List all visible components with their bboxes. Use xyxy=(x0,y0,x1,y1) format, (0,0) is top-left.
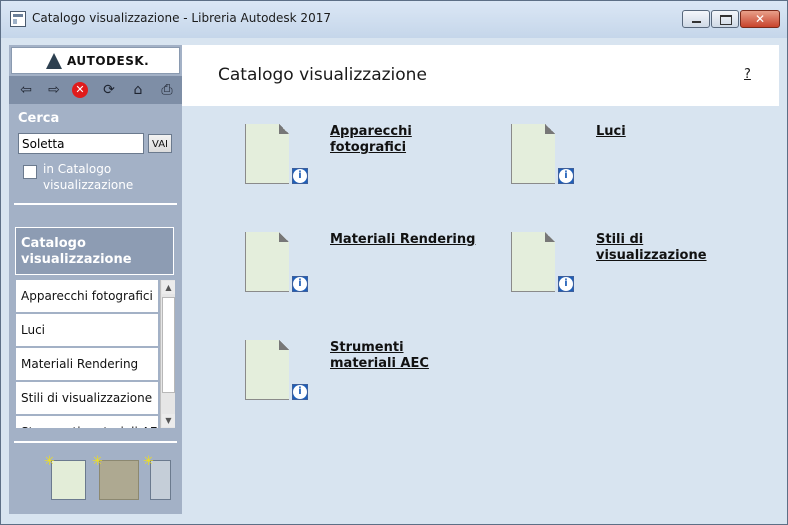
catalog-header[interactable]: Catalogo visualizzazione xyxy=(15,227,174,275)
catalog-tile-materiali-rendering: Materiali Rendering xyxy=(245,232,495,302)
category-item-strumenti-materiali-aec[interactable]: Strumenti materiali AEC xyxy=(16,416,159,428)
category-item-apparecchi-fotografici[interactable]: Apparecchi fotografici xyxy=(16,280,158,312)
new-palette-tool[interactable]: ✳ xyxy=(92,455,139,500)
home-icon[interactable]: ⌂ xyxy=(128,81,148,99)
close-button[interactable]: ✕ xyxy=(740,10,780,28)
new-package-tool[interactable]: ✳ xyxy=(143,455,171,500)
document-fold xyxy=(279,340,289,350)
search-input[interactable] xyxy=(18,133,144,154)
category-link-strumenti-materiali-aec[interactable]: Strumenti materiali AEC xyxy=(330,340,455,372)
search-label: Cerca xyxy=(18,111,60,126)
autodesk-logo-icon xyxy=(46,53,62,69)
category-item-luci[interactable]: Luci xyxy=(16,314,158,346)
scroll-up-icon[interactable]: ▲ xyxy=(162,281,175,294)
info-icon[interactable] xyxy=(558,168,574,184)
info-icon[interactable] xyxy=(292,276,308,292)
stop-icon[interactable]: ✕ xyxy=(72,82,88,98)
sidebar-divider xyxy=(14,203,177,205)
info-icon[interactable] xyxy=(292,384,308,400)
catalog-tile-luci: Luci xyxy=(511,124,761,194)
sidebar-divider xyxy=(14,441,177,443)
document-fold xyxy=(545,232,555,242)
category-item-materiali-rendering[interactable]: Materiali Rendering xyxy=(16,348,158,380)
autodesk-logo: AUTODESK. xyxy=(11,47,180,74)
category-link-stili-di-visualizzazione[interactable]: Stili di visualizzazione xyxy=(596,232,746,264)
search-scope-checkbox[interactable] xyxy=(23,165,37,179)
main-header: Catalogo visualizzazione ? xyxy=(182,45,779,106)
sidebar: AUTODESK. ⇦ ⇨ ✕ ⟳ ⌂ ⎙ Cerca VAI in Catal… xyxy=(9,45,182,514)
category-scrollbar[interactable]: ▲ ▼ xyxy=(160,280,175,428)
catalog-tile-apparecchi-fotografici: Apparecchi fotografici xyxy=(245,124,495,194)
document-fold xyxy=(545,124,555,134)
minimize-button[interactable] xyxy=(682,10,710,28)
logo-text: AUTODESK. xyxy=(67,54,150,68)
forward-arrow-icon[interactable]: ⇨ xyxy=(44,81,64,99)
title-bar: Catalogo visualizzazione - Libreria Auto… xyxy=(1,1,787,38)
new-catalog-tool[interactable]: ✳ xyxy=(44,455,86,500)
category-link-luci[interactable]: Luci xyxy=(596,124,746,140)
catalog-tile-stili-di-visualizzazione: Stili di visualizzazione xyxy=(511,232,761,302)
new-spark-icon: ✳ xyxy=(143,454,154,469)
page-title: Catalogo visualizzazione xyxy=(218,65,427,85)
category-link-apparecchi-fotografici[interactable]: Apparecchi fotografici xyxy=(330,124,480,156)
search-go-button[interactable]: VAI xyxy=(148,134,172,153)
catalog-tile-strumenti-materiali-aec: Strumenti materiali AEC xyxy=(245,340,495,410)
navigation-toolbar: ⇦ ⇨ ✕ ⟳ ⌂ ⎙ xyxy=(9,76,182,104)
category-item-stili-di-visualizzazione[interactable]: Stili di visualizzazione xyxy=(16,382,158,414)
new-spark-icon: ✳ xyxy=(92,454,103,469)
info-icon[interactable] xyxy=(292,168,308,184)
info-icon[interactable] xyxy=(558,276,574,292)
window-title: Catalogo visualizzazione - Libreria Auto… xyxy=(32,11,331,25)
maximize-button[interactable] xyxy=(711,10,739,28)
document-fold xyxy=(279,124,289,134)
new-spark-icon: ✳ xyxy=(44,454,55,469)
back-arrow-icon[interactable]: ⇦ xyxy=(16,81,36,99)
search-scope-label: in Catalogo visualizzazione xyxy=(43,162,134,192)
category-list: Apparecchi fotografici Luci Materiali Re… xyxy=(16,280,159,428)
refresh-icon[interactable]: ⟳ xyxy=(99,81,119,99)
document-fold xyxy=(279,232,289,242)
catalog-window-icon xyxy=(10,11,26,27)
category-link-materiali-rendering[interactable]: Materiali Rendering xyxy=(330,232,480,248)
scroll-down-icon[interactable]: ▼ xyxy=(162,414,175,427)
scroll-thumb[interactable] xyxy=(162,297,175,393)
help-link[interactable]: ? xyxy=(744,67,751,82)
print-icon[interactable]: ⎙ xyxy=(157,81,177,99)
